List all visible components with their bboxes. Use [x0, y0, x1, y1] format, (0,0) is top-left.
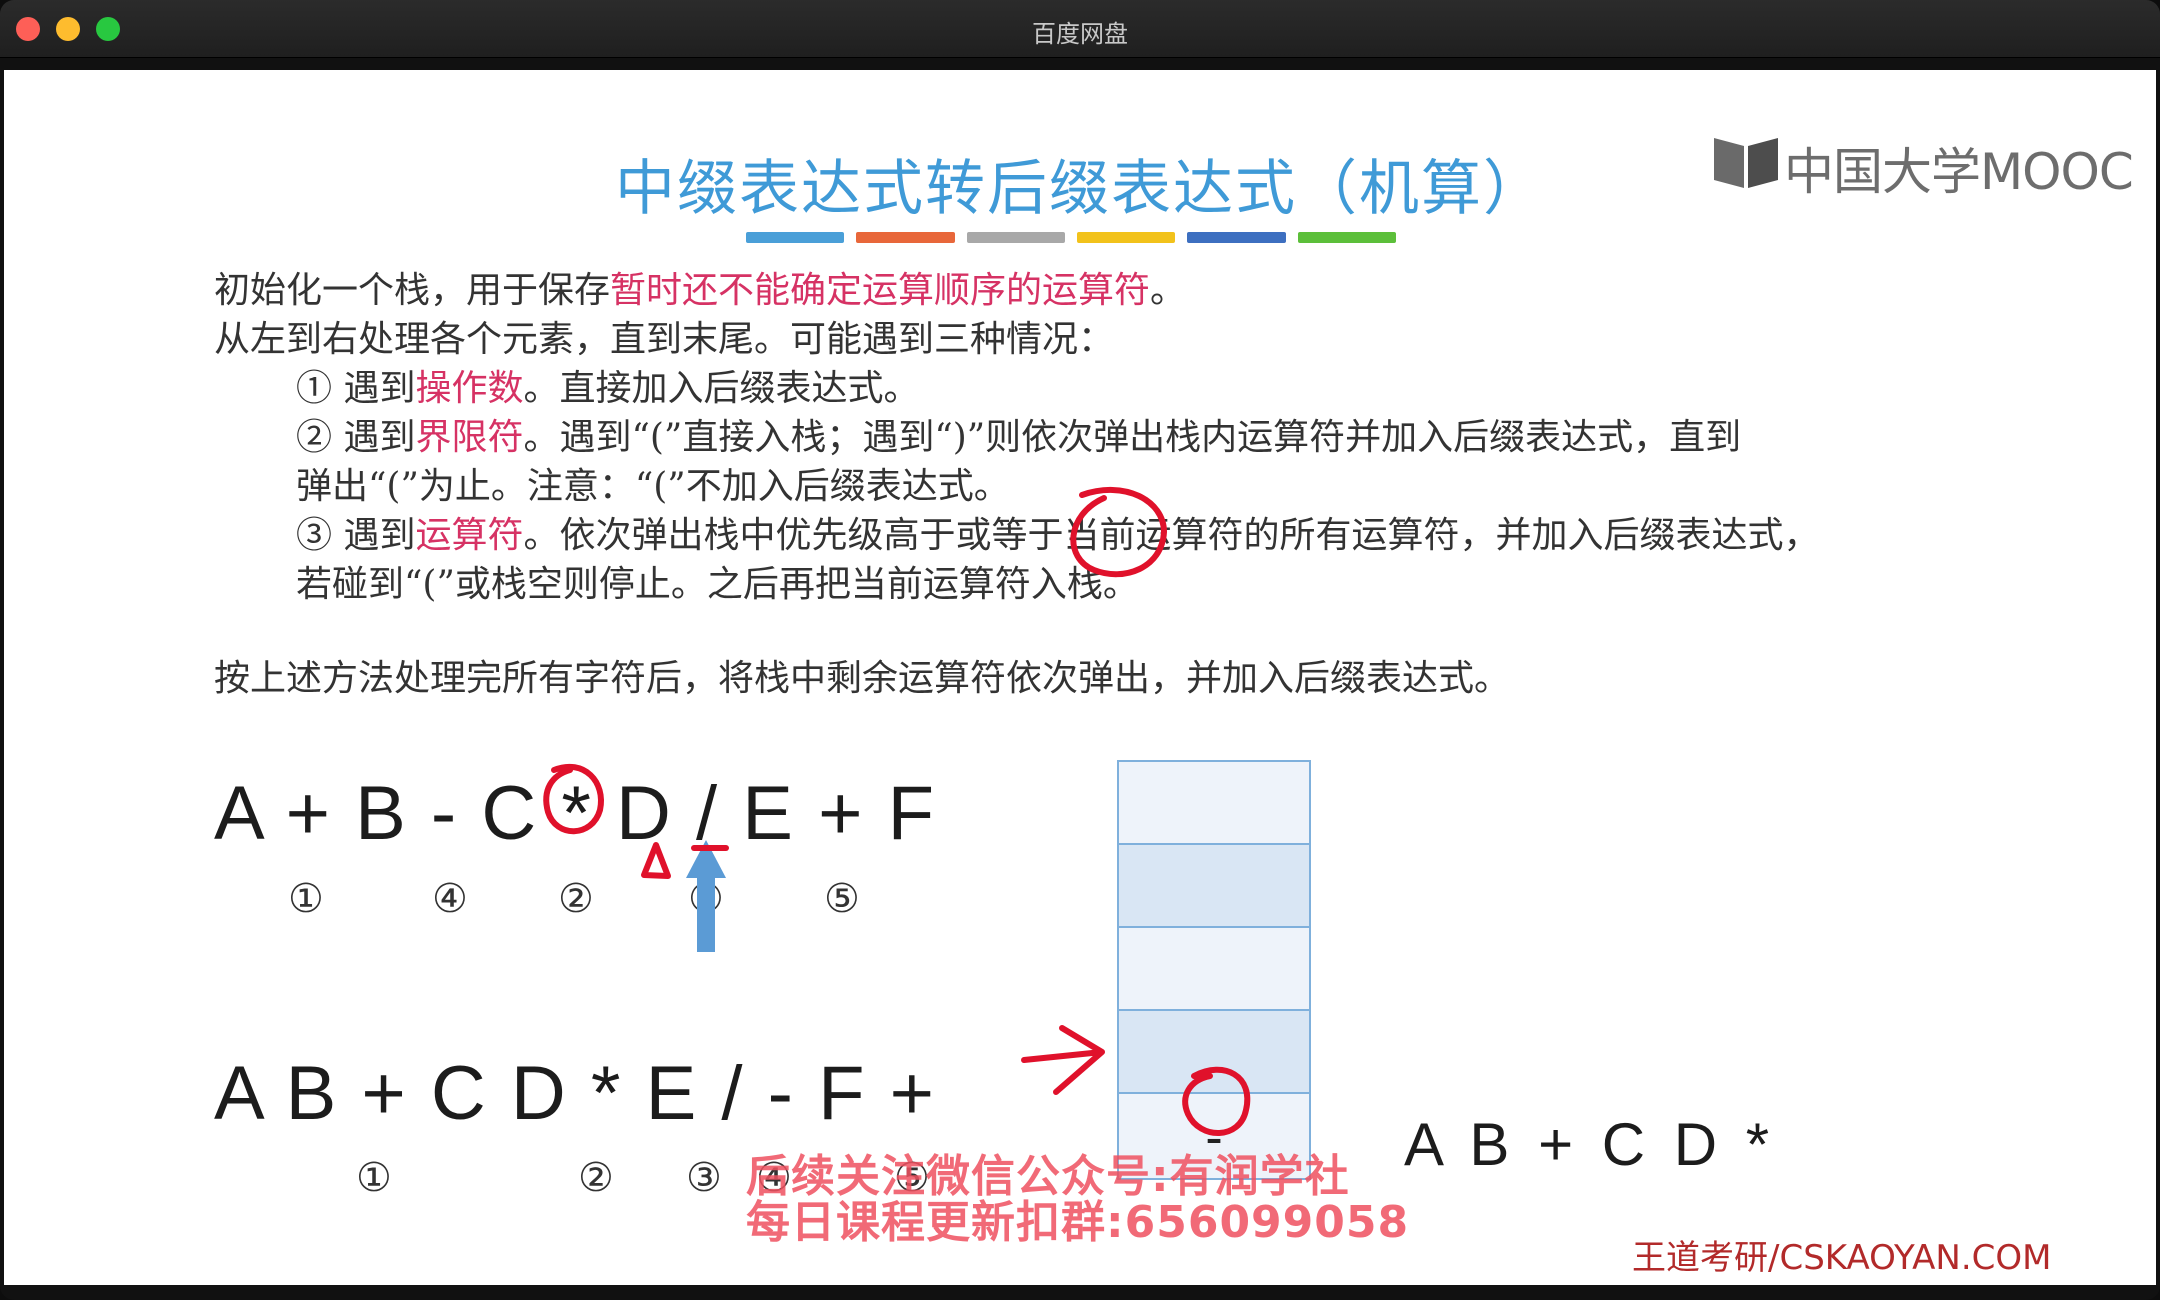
red-circle-mark [543, 763, 604, 835]
up-arrow-icon [686, 840, 726, 952]
red-triangle-mark [641, 842, 671, 879]
red-arrow-mark [1021, 1025, 1105, 1095]
watermark-line-2: 每日课程更新扣群:656099058 [746, 1197, 1410, 1248]
app-window: 百度网盘 中国大学MOOC 中缀表达式转后缀表达式（机算） 初始化一个栈，用于保… [0, 0, 2160, 1300]
annotation-overlay [543, 486, 1251, 1136]
video-frame-slide[interactable]: 中国大学MOOC 中缀表达式转后缀表达式（机算） 初始化一个栈，用于保存暂时还不… [4, 70, 2156, 1285]
red-circle-mark [1182, 1066, 1251, 1136]
title-bar: 百度网盘 [0, 0, 2160, 58]
footer-brand: 王道考研/CSKAOYAN.COM [1632, 1238, 2052, 1278]
window-title: 百度网盘 [1032, 20, 1128, 48]
red-circle-mark [1070, 486, 1167, 578]
